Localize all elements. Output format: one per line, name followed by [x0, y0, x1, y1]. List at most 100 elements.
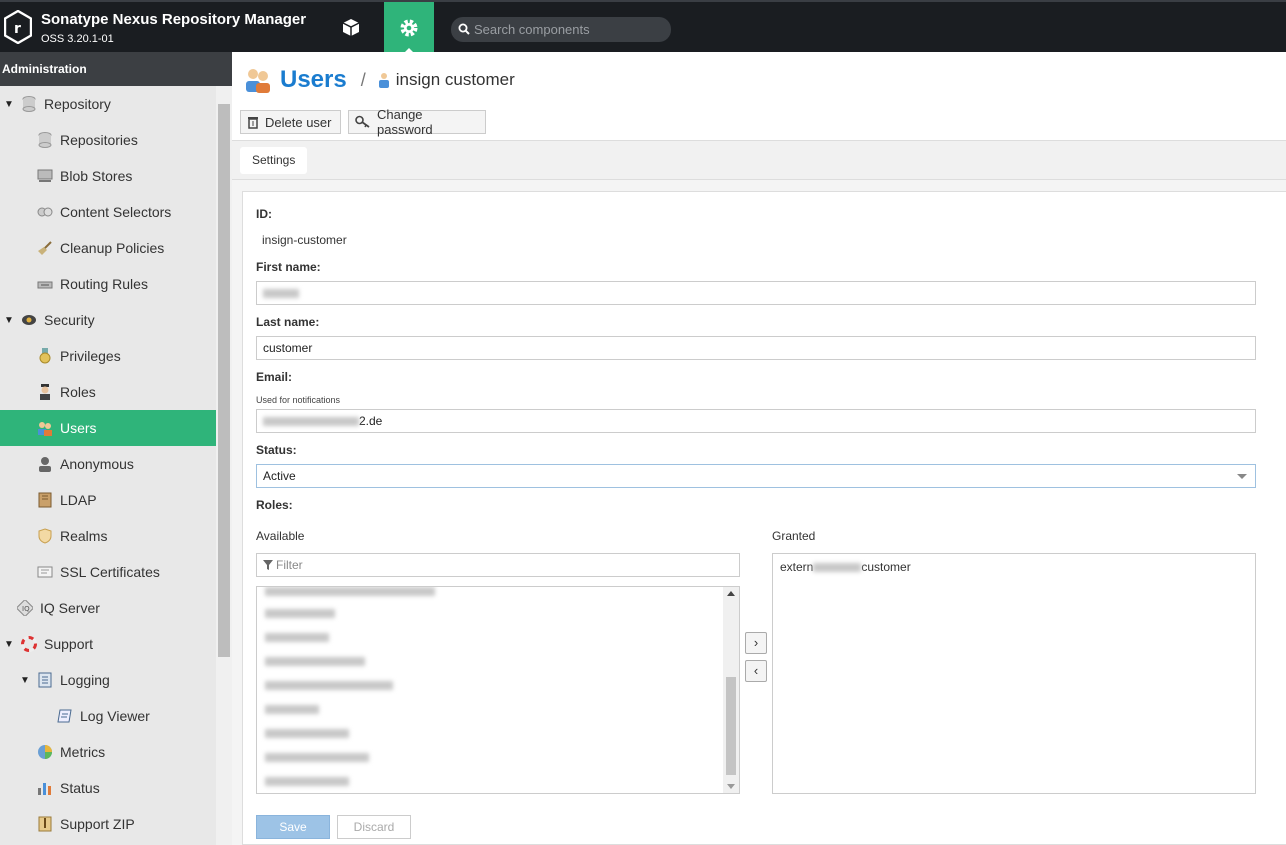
id-label: ID:	[256, 207, 272, 221]
status-label: Status:	[256, 443, 297, 457]
list-item[interactable]	[265, 677, 393, 691]
sidebar-item-label: Routing Rules	[60, 276, 148, 292]
sidebar-item-label: Anonymous	[60, 456, 134, 472]
change-password-button[interactable]: Change password	[348, 107, 486, 137]
sidebar-item-label: SSL Certificates	[60, 564, 160, 580]
security-icon	[20, 311, 38, 329]
list-item[interactable]	[265, 587, 435, 597]
sidebar-item-content-selectors[interactable]: Content Selectors	[0, 194, 216, 230]
scroll-down-icon[interactable]	[727, 784, 735, 789]
nexus-logo-icon[interactable]: r	[4, 10, 32, 44]
list-item[interactable]	[265, 725, 349, 739]
search-placeholder: Search components	[474, 22, 590, 37]
list-item[interactable]	[265, 773, 349, 787]
ldap-book-icon	[36, 491, 54, 509]
sidebar-item-support[interactable]: ▼ Support	[0, 626, 216, 662]
cube-icon	[342, 19, 360, 36]
grant-role-button[interactable]: ›	[745, 632, 767, 654]
chevron-left-icon: ‹	[753, 663, 759, 678]
sidebar-item-routing-rules[interactable]: Routing Rules	[0, 266, 216, 302]
sidebar-item-ldap[interactable]: LDAP	[0, 482, 216, 518]
sidebar-item-roles[interactable]: Roles	[0, 374, 216, 410]
sidebar-item-label: Support	[44, 636, 94, 652]
pie-chart-icon	[36, 743, 54, 761]
list-item[interactable]	[265, 749, 369, 763]
medal-icon	[36, 347, 54, 365]
tab-settings[interactable]: Settings	[240, 147, 308, 174]
save-button[interactable]: Save	[256, 815, 330, 839]
delete-user-label: Delete user	[265, 114, 332, 130]
sidebar-item-label: Metrics	[60, 744, 106, 760]
sidebar-item-ssl-certificates[interactable]: SSL Certificates	[0, 554, 216, 590]
filter-placeholder: Filter	[276, 558, 303, 572]
email-field[interactable]: 2.de	[256, 409, 1256, 433]
sidebar-item-label: Users	[60, 420, 97, 436]
granted-roles-list[interactable]: extern customer	[772, 553, 1256, 794]
sidebar-item-anonymous[interactable]: Anonymous	[0, 446, 216, 482]
users-icon	[36, 419, 54, 437]
discard-button[interactable]: Discard	[337, 815, 411, 839]
search-input[interactable]: Search components	[451, 17, 671, 42]
chevron-right-icon: ›	[753, 635, 759, 650]
id-value: insign-customer	[262, 233, 347, 247]
admin-sidebar: Administration ▼ Repository Repositories…	[0, 52, 232, 845]
breadcrumb: Users / insign customer	[244, 62, 515, 98]
sidebar-item-realms[interactable]: Realms	[0, 518, 216, 554]
granted-roles-label: Granted	[772, 529, 816, 543]
sidebar-item-repositories[interactable]: Repositories	[0, 122, 216, 158]
sidebar-scrollbar-thumb[interactable]	[218, 104, 230, 657]
delete-user-button[interactable]: Delete user	[240, 110, 341, 134]
admin-mode-button[interactable]	[384, 2, 434, 54]
sidebar-item-privileges[interactable]: Privileges	[0, 338, 216, 374]
email-help-text: Used for notifications	[256, 395, 341, 405]
sidebar-item-logging[interactable]: ▼ Logging	[0, 662, 216, 698]
sidebar-item-users[interactable]: Users	[0, 410, 216, 446]
sidebar-item-blob-stores[interactable]: Blob Stores	[0, 158, 216, 194]
sidebar-item-status[interactable]: Status	[0, 770, 216, 806]
expand-arrow-icon[interactable]: ▼	[20, 675, 30, 686]
sidebar-item-repository[interactable]: ▼ Repository	[0, 86, 216, 122]
expand-arrow-icon[interactable]: ▼	[4, 315, 14, 326]
change-password-label: Change password	[377, 107, 433, 137]
status-value: Active	[263, 469, 296, 483]
chevron-down-icon[interactable]	[1237, 474, 1247, 479]
sidebar-item-label: Privileges	[60, 348, 121, 364]
search-icon	[458, 23, 470, 35]
revoke-role-button[interactable]: ‹	[745, 660, 767, 682]
roles-label: Roles:	[256, 498, 293, 512]
expand-arrow-icon[interactable]: ▼	[4, 639, 14, 650]
list-item[interactable]	[265, 605, 335, 619]
sidebar-item-label: Roles	[60, 384, 96, 400]
status-select[interactable]: Active	[256, 464, 1256, 488]
sidebar-item-iq-server[interactable]: IQ IQ Server	[0, 590, 216, 626]
database-icon	[20, 95, 38, 113]
user-settings-form: ID: insign-customer First name: Last nam…	[242, 191, 1286, 845]
sidebar-item-log-viewer[interactable]: Log Viewer	[0, 698, 216, 734]
list-item[interactable]: extern customer	[780, 560, 911, 574]
browse-mode-button[interactable]	[326, 2, 376, 54]
available-roles-list[interactable]	[256, 586, 740, 794]
scroll-up-icon[interactable]	[727, 591, 735, 596]
page-title[interactable]: Users	[280, 66, 347, 94]
sidebar-item-support-zip[interactable]: Support ZIP	[0, 806, 216, 842]
app-title: Sonatype Nexus Repository Manager	[41, 11, 307, 28]
certificate-icon	[36, 563, 54, 581]
anonymous-icon	[36, 455, 54, 473]
list-scrollbar-thumb[interactable]	[726, 677, 736, 775]
roles-filter-input[interactable]: Filter	[256, 553, 740, 577]
sidebar-item-security[interactable]: ▼ Security	[0, 302, 216, 338]
expand-arrow-icon[interactable]: ▼	[4, 99, 14, 110]
sidebar-item-label: Realms	[60, 528, 108, 544]
sidebar-item-label: Status	[60, 780, 100, 796]
last-name-field[interactable]: customer	[256, 336, 1256, 360]
first-name-field[interactable]	[256, 281, 1256, 305]
redacted-text	[263, 289, 299, 299]
list-item[interactable]	[265, 701, 319, 715]
list-item[interactable]	[265, 629, 329, 643]
sidebar-item-metrics[interactable]: Metrics	[0, 734, 216, 770]
gear-icon	[400, 19, 418, 37]
sidebar-item-cleanup-policies[interactable]: Cleanup Policies	[0, 230, 216, 266]
trash-icon	[247, 115, 259, 129]
broom-icon	[36, 239, 54, 257]
list-item[interactable]	[265, 653, 365, 667]
